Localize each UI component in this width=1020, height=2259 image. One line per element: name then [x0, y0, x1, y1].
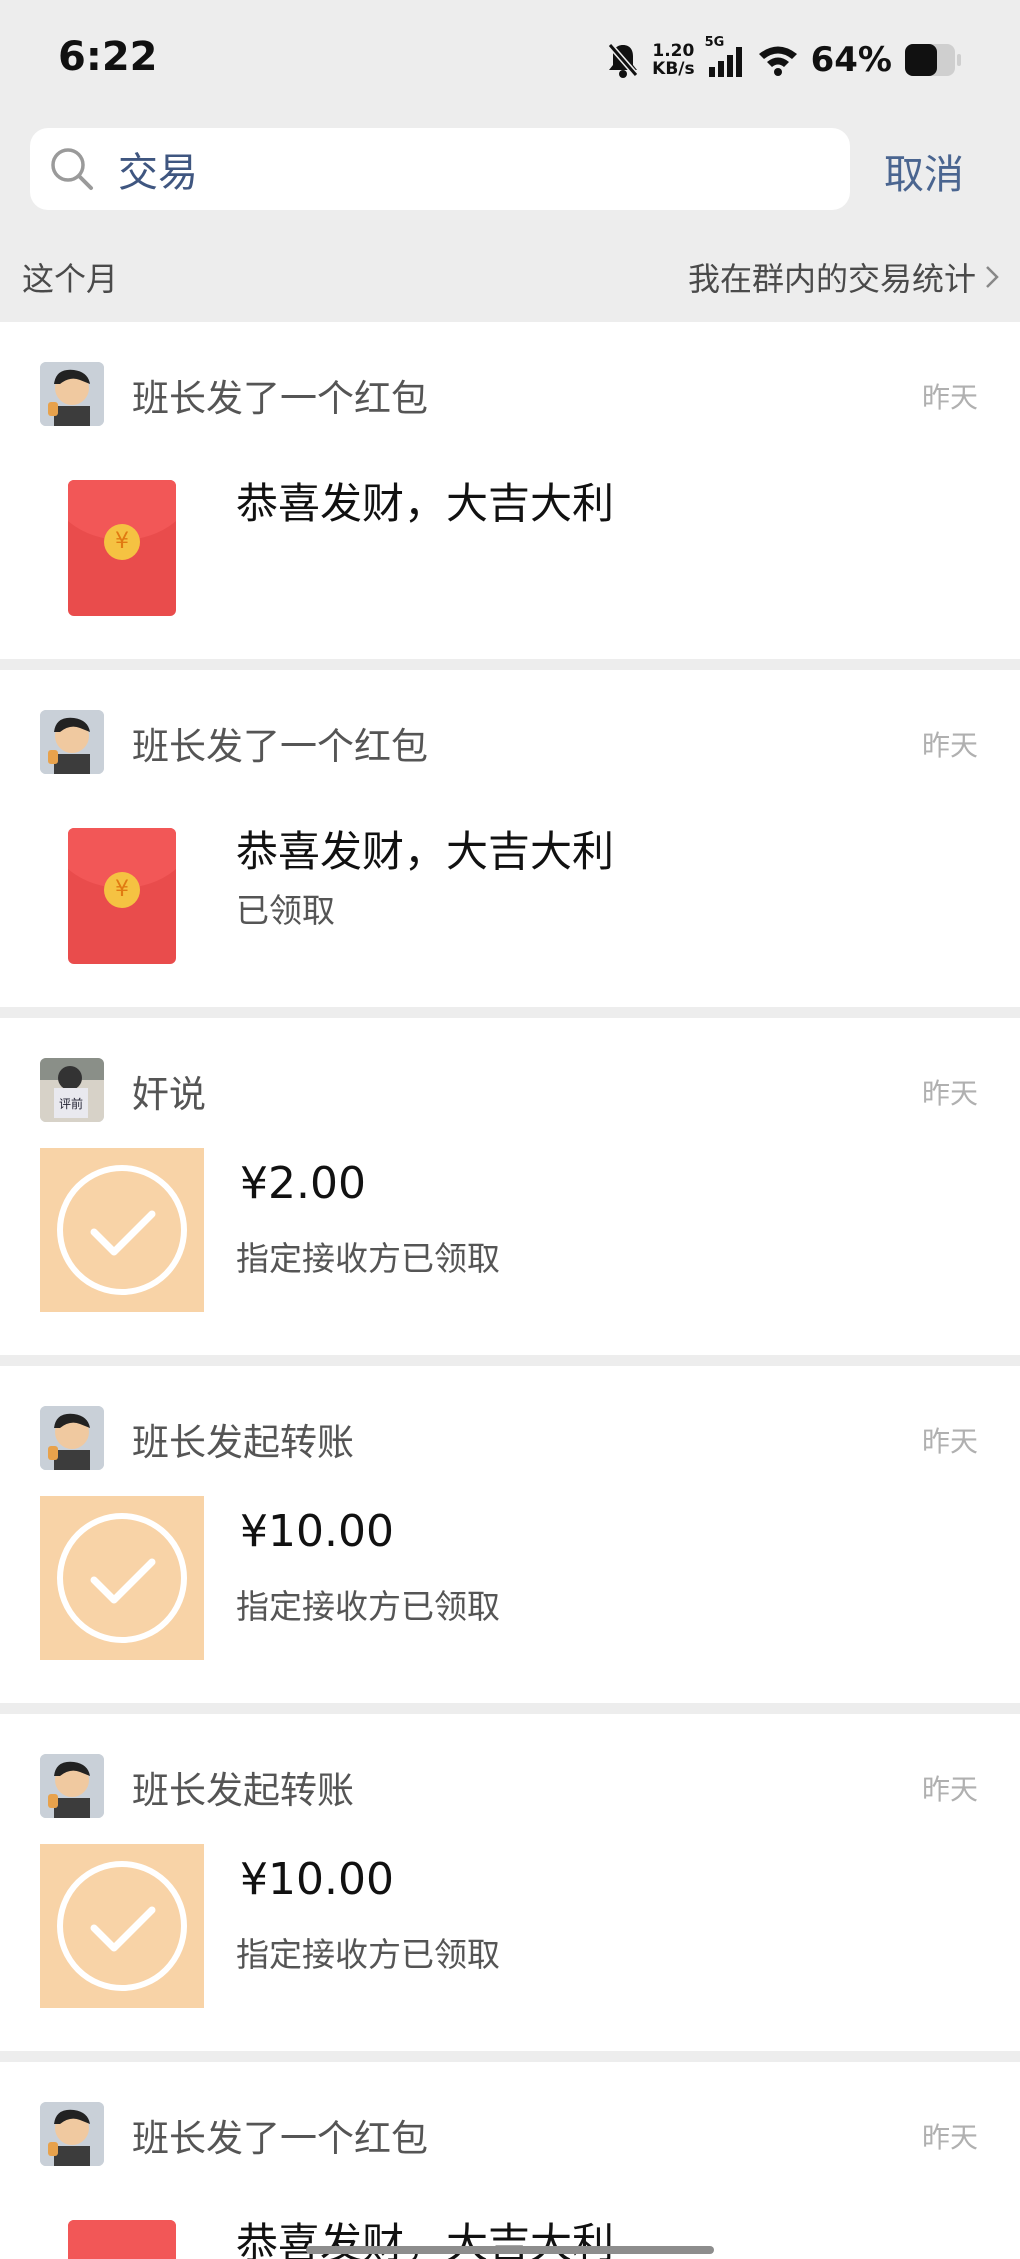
transaction-card[interactable]: 班长发了一个红包 昨天 ¥ 恭喜发财，大吉大利 已领取: [0, 670, 1020, 1007]
transaction-card[interactable]: 班长发起转账 昨天 ¥10.00 指定接收方已领取: [0, 1714, 1020, 2051]
card-time: 昨天: [921, 729, 978, 762]
transfer-amount: ¥10.00: [240, 1854, 394, 1905]
chevron-right-icon: [986, 266, 999, 288]
card-title: 班长发起转账: [132, 1421, 354, 1464]
search-bar: 取消: [0, 128, 1020, 212]
avatar[interactable]: [40, 2102, 104, 2166]
transaction-card[interactable]: 班长发了一个红包 昨天 ¥ 恭喜发财，大吉大利: [0, 322, 1020, 659]
home-indicator[interactable]: [306, 2246, 714, 2254]
transaction-card[interactable]: 班长发起转账 昨天 ¥10.00 指定接收方已领取: [0, 1366, 1020, 1703]
transfer-accepted-icon: [40, 1148, 204, 1312]
red-packet-message: 恭喜发财，大吉大利: [236, 479, 615, 528]
avatar[interactable]: [40, 1406, 104, 1470]
transfer-status: 指定接收方已领取: [236, 1587, 500, 1626]
avatar[interactable]: [40, 710, 104, 774]
red-packet-icon: ¥: [68, 828, 176, 964]
avatar[interactable]: [40, 362, 104, 426]
status-icons: 1.20 KB/s 5G 64%: [606, 35, 962, 84]
svg-text:评前: 评前: [59, 1096, 83, 1111]
transaction-stats-link[interactable]: 我在群内的交易统计: [688, 254, 1000, 300]
card-time: 昨天: [921, 1077, 978, 1110]
search-input[interactable]: [116, 145, 820, 193]
cellular-signal-icon: 5G: [705, 35, 745, 79]
red-packet-message: 恭喜发财，大吉大利: [236, 827, 615, 876]
card-title: 班长发了一个红包: [132, 725, 428, 768]
card-title: 班长发起转账: [132, 1769, 354, 1812]
wifi-icon: [758, 46, 797, 76]
card-time: 昨天: [921, 1773, 978, 1806]
net-speed-value: 1.20: [652, 41, 695, 61]
transfer-status: 指定接收方已领取: [236, 1239, 500, 1278]
transfer-accepted-icon: [40, 1496, 204, 1660]
red-packet-status: 已领取: [236, 891, 335, 930]
search-box[interactable]: [30, 128, 850, 210]
card-title: 奸说: [132, 1073, 206, 1116]
transfer-amount: ¥10.00: [240, 1506, 394, 1557]
search-icon: [51, 148, 93, 190]
net-speed: 1.20 KB/s: [652, 42, 694, 78]
card-time: 昨天: [921, 1425, 978, 1458]
card-title: 班长发了一个红包: [132, 2117, 428, 2160]
net-speed-unit: KB/s: [652, 59, 695, 79]
status-time: 6:22: [58, 34, 158, 80]
transaction-card[interactable]: 班长发了一个红包 昨天 恭喜发财，大吉大利: [0, 2062, 1020, 2259]
status-bar: 6:22 1.20 KB/s 5G 64%: [0, 0, 1020, 120]
battery-percent: 64%: [810, 40, 892, 80]
cancel-button[interactable]: 取消: [884, 142, 964, 200]
battery-icon: [905, 44, 961, 76]
mute-bell-icon: [607, 43, 639, 78]
avatar[interactable]: 评前: [40, 1058, 104, 1122]
red-packet-icon: [68, 2220, 176, 2259]
card-time: 昨天: [921, 381, 978, 414]
avatar[interactable]: [40, 1754, 104, 1818]
transfer-status: 指定接收方已领取: [236, 1935, 500, 1974]
period-filter[interactable]: 这个月: [22, 254, 118, 300]
transaction-card[interactable]: 评前 奸说 昨天 ¥2.00 指定接收方已领取: [0, 1018, 1020, 1355]
transfer-amount: ¥2.00: [240, 1158, 366, 1209]
transaction-stats-label: 我在群内的交易统计: [687, 260, 976, 298]
card-title: 班长发了一个红包: [132, 377, 428, 420]
filter-bar: 这个月 我在群内的交易统计: [0, 250, 1020, 306]
transfer-accepted-icon: [40, 1844, 204, 2008]
red-packet-icon: ¥: [68, 480, 176, 616]
card-time: 昨天: [921, 2121, 978, 2154]
